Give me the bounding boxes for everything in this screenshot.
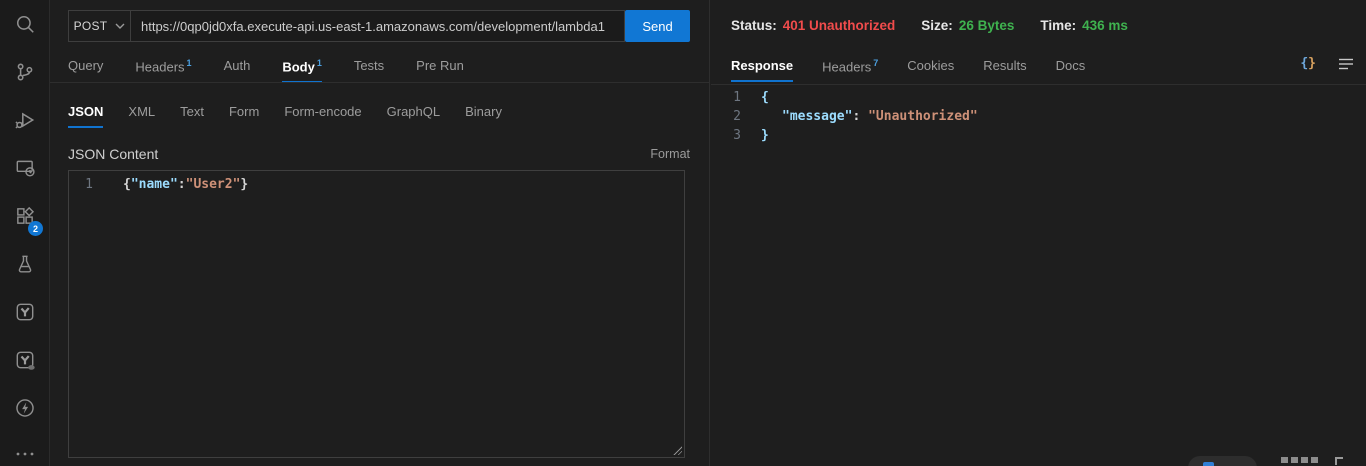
status-label: Status:	[731, 18, 777, 33]
body-tab-xml[interactable]: XML	[128, 104, 155, 128]
editor-line-number: 1	[69, 177, 109, 192]
response-line-number: 2	[711, 107, 741, 126]
response-body[interactable]: 1 { 2 "message": "Unauthorized" 3 }	[711, 88, 978, 145]
response-line-number: 3	[711, 126, 741, 145]
extensions-badge: 2	[28, 221, 43, 236]
url-input[interactable]	[131, 10, 625, 42]
response-line-content: "message": "Unauthorized"	[761, 107, 978, 126]
request-panel: POST Send Query Headers1 Auth Body1 Test…	[50, 0, 710, 466]
json-content-header: JSON Content Format	[68, 146, 690, 162]
more-icon[interactable]	[0, 444, 50, 464]
body-type-tabs: JSON XML Text Form Form-encode GraphQL B…	[68, 104, 502, 128]
lightning-icon[interactable]	[0, 384, 50, 432]
resp-tab-results[interactable]: Results	[983, 58, 1026, 82]
size-group: Size: 26 Bytes	[921, 18, 1014, 33]
send-button[interactable]: Send	[625, 10, 690, 42]
body-tab-graphql[interactable]: GraphQL	[387, 104, 440, 128]
response-tabs-divider	[711, 84, 1366, 85]
body-tab-binary[interactable]: Binary	[465, 104, 502, 128]
source-control-icon[interactable]	[0, 48, 50, 96]
editor-line-content: {"name":"User2"}	[123, 177, 248, 192]
response-line: 1 {	[711, 88, 978, 107]
partial-bottom-pill-button[interactable]	[1188, 456, 1257, 466]
method-label: POST	[74, 19, 108, 33]
status-group: Status: 401 Unauthorized	[731, 18, 895, 33]
testing-icon[interactable]	[0, 240, 50, 288]
thunder-client-icon[interactable]	[0, 288, 50, 336]
body-tab-form[interactable]: Form	[229, 104, 259, 128]
size-label: Size:	[921, 18, 953, 33]
response-line: 2 "message": "Unauthorized"	[711, 107, 978, 126]
response-status-row: Status: 401 Unauthorized Size: 26 Bytes Ti…	[731, 18, 1128, 33]
resp-tab-cookies[interactable]: Cookies	[907, 58, 954, 82]
chevron-down-icon	[115, 23, 125, 29]
json-content-title: JSON Content	[68, 146, 158, 162]
partial-corner-arrow-icon[interactable]	[1335, 457, 1343, 465]
tab-tests[interactable]: Tests	[354, 58, 384, 83]
time-value: 436 ms	[1082, 18, 1128, 33]
request-tabs-divider	[50, 82, 710, 83]
tab-pre-run[interactable]: Pre Run	[416, 58, 464, 83]
response-tabs: Response Headers7 Cookies Results Docs	[731, 58, 1085, 82]
editor-resize-handle[interactable]	[672, 445, 682, 455]
body-tab-json[interactable]: JSON	[68, 104, 103, 128]
partial-bottom-text[interactable]	[1281, 457, 1318, 463]
menu-icon[interactable]	[1338, 58, 1354, 70]
status-value: 401 Unauthorized	[783, 18, 896, 33]
response-panel: Status: 401 Unauthorized Size: 26 Bytes Ti…	[711, 0, 1366, 466]
tab-query[interactable]: Query	[68, 58, 103, 83]
response-toolbar: {}	[1300, 56, 1354, 71]
response-line: 3 }	[711, 126, 978, 145]
body-count-badge: 1	[317, 58, 322, 68]
response-headers-count-badge: 7	[873, 58, 878, 68]
thunder-client-secondary-icon[interactable]	[0, 336, 50, 384]
method-select[interactable]: POST	[68, 10, 131, 42]
run-and-debug-icon[interactable]	[0, 96, 50, 144]
time-group: Time: 436 ms	[1040, 18, 1128, 33]
headers-count-badge: 1	[187, 58, 192, 68]
time-label: Time:	[1040, 18, 1076, 33]
editor-line: 1 {"name":"User2"}	[69, 171, 684, 192]
response-line-number: 1	[711, 88, 741, 107]
tab-auth[interactable]: Auth	[224, 58, 251, 83]
remote-explorer-icon[interactable]	[0, 144, 50, 192]
body-tab-form-encode[interactable]: Form-encode	[284, 104, 361, 128]
resp-tab-response[interactable]: Response	[731, 58, 793, 82]
response-line-content: }	[761, 126, 769, 145]
format-json-icon[interactable]: {}	[1300, 56, 1316, 71]
tab-body[interactable]: Body1	[282, 58, 322, 83]
resp-tab-docs[interactable]: Docs	[1056, 58, 1086, 82]
format-button[interactable]: Format	[650, 147, 690, 161]
request-tabs: Query Headers1 Auth Body1 Tests Pre Run	[68, 58, 464, 83]
search-icon[interactable]	[0, 0, 50, 48]
activity-bar: 2	[0, 0, 50, 466]
json-body-editor[interactable]: 1 {"name":"User2"}	[68, 170, 685, 458]
request-bar: POST Send	[68, 10, 690, 42]
tab-headers[interactable]: Headers1	[135, 58, 191, 83]
partial-pill-glyph	[1203, 462, 1214, 466]
size-value: 26 Bytes	[959, 18, 1015, 33]
response-line-content: {	[761, 88, 769, 107]
resp-tab-headers[interactable]: Headers7	[822, 58, 878, 82]
extensions-icon[interactable]: 2	[0, 192, 50, 240]
body-tab-text[interactable]: Text	[180, 104, 204, 128]
